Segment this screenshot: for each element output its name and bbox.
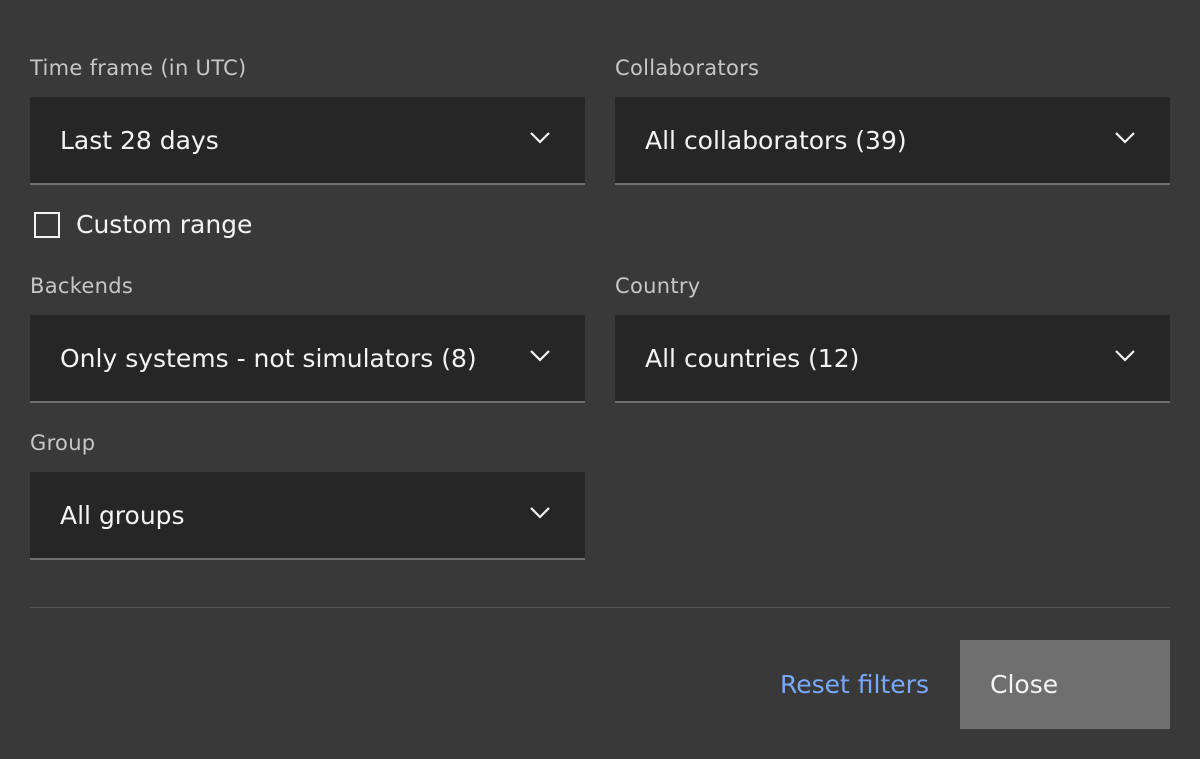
country-label: Country <box>615 274 701 298</box>
close-button[interactable]: Close <box>960 640 1170 729</box>
backends-value: Only systems - not simulators (8) <box>60 344 477 373</box>
chevron-down-icon <box>1115 350 1135 362</box>
custom-range-label: Custom range <box>76 210 253 239</box>
time-frame-select[interactable]: Last 28 days <box>30 97 585 185</box>
time-frame-value: Last 28 days <box>60 126 219 155</box>
country-value: All countries (12) <box>645 344 860 373</box>
chevron-down-icon <box>1115 132 1135 144</box>
collaborators-label: Collaborators <box>615 56 760 80</box>
filter-panel: Time frame (in UTC) Last 28 days Collabo… <box>0 0 1200 759</box>
country-select[interactable]: All countries (12) <box>615 315 1170 403</box>
collaborators-value: All collaborators (39) <box>645 126 907 155</box>
chevron-down-icon <box>530 132 550 144</box>
collaborators-select[interactable]: All collaborators (39) <box>615 97 1170 185</box>
group-label: Group <box>30 431 96 455</box>
group-select[interactable]: All groups <box>30 472 585 560</box>
backends-select[interactable]: Only systems - not simulators (8) <box>30 315 585 403</box>
custom-range-checkbox[interactable] <box>34 212 60 238</box>
reset-filters-link[interactable]: Reset filters <box>780 665 929 705</box>
custom-range-checkbox-row[interactable]: Custom range <box>34 208 252 242</box>
backends-label: Backends <box>30 274 134 298</box>
footer-divider <box>30 607 1170 608</box>
chevron-down-icon <box>530 350 550 362</box>
group-value: All groups <box>60 501 185 530</box>
chevron-down-icon <box>530 507 550 519</box>
time-frame-label: Time frame (in UTC) <box>30 56 247 80</box>
